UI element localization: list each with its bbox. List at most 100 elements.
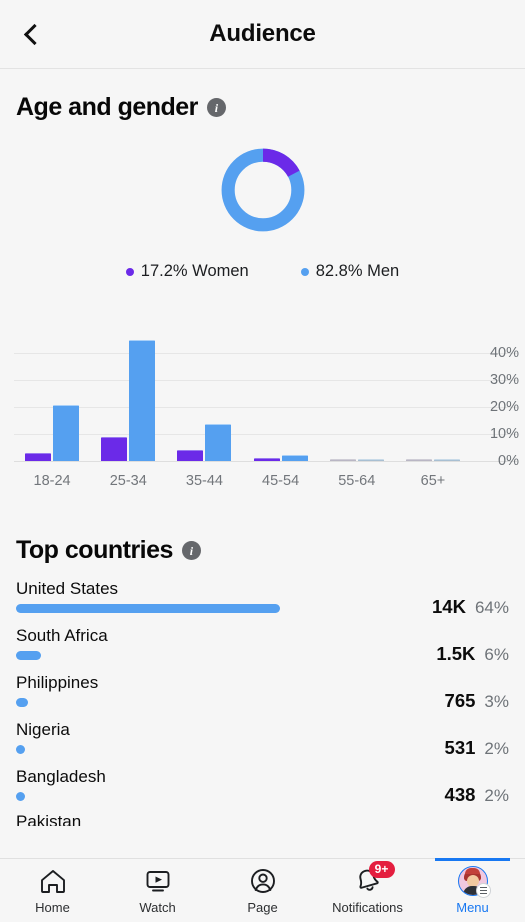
legend-label-women: 17.2% Women xyxy=(140,262,249,280)
top-countries-list: United States 14K 64% South Africa 1.5K 6% Phi… xyxy=(0,565,525,826)
x-axis-label: 25-34 xyxy=(109,473,147,489)
y-axis-tick: 10% xyxy=(489,425,519,442)
country-values: 765 3% xyxy=(445,690,509,712)
nav-label: Watch xyxy=(139,900,176,915)
age-gender-bar-chart: 0% 10% 20% 30% 40% 18-24 25-34 35-44 45-54 55-64… xyxy=(0,323,525,508)
bar-men-65+ xyxy=(433,459,460,461)
nav-label: Page xyxy=(247,900,278,915)
country-name: Nigeria xyxy=(16,720,70,739)
nav-label: Notifications xyxy=(332,900,403,915)
country-count: 438 xyxy=(444,784,476,805)
country-values: 1.5K 6% xyxy=(436,643,509,665)
bar-groups xyxy=(14,339,471,461)
profile-circle-icon xyxy=(248,866,278,896)
bar-plot-area xyxy=(14,339,517,462)
back-button[interactable] xyxy=(10,12,54,56)
bell-icon: 9+ xyxy=(353,861,395,896)
country-percent: 64% xyxy=(474,598,509,617)
country-percent: 2% xyxy=(484,786,509,805)
nav-label: Menu xyxy=(456,900,489,915)
bar-women-25-34 xyxy=(101,437,128,461)
legend-dot-women xyxy=(125,267,134,276)
y-axis-tick: 20% xyxy=(489,398,519,415)
country-row: Bangladesh 438 2% xyxy=(16,767,509,805)
country-values: 531 2% xyxy=(445,737,509,759)
bar-group xyxy=(243,339,319,461)
top-countries-title: Top countries xyxy=(16,536,173,564)
country-bar xyxy=(16,651,41,660)
country-bar xyxy=(16,698,29,707)
country-count: 765 xyxy=(444,690,476,711)
notification-badge: 9+ xyxy=(368,861,395,878)
country-percent: 6% xyxy=(484,645,509,664)
age-gender-title: Age and gender xyxy=(16,93,198,121)
x-axis-labels: 18-24 25-34 35-44 45-54 55-64 65+ xyxy=(14,473,471,489)
country-bar xyxy=(16,604,280,613)
bar-group xyxy=(319,339,395,461)
country-row: Pakistan xyxy=(16,812,509,826)
nav-item-menu[interactable]: Menu xyxy=(420,858,525,922)
country-bar-track xyxy=(16,792,509,801)
bar-group xyxy=(166,339,242,461)
bar-men-18-24 xyxy=(53,404,80,461)
legend-item-women: 17.2% Women xyxy=(125,262,249,281)
bar-group xyxy=(395,339,471,461)
bar-men-45-54 xyxy=(281,454,308,461)
x-axis-label: 65+ xyxy=(420,473,446,489)
y-axis-tick: 0% xyxy=(498,453,519,469)
info-icon[interactable]: i xyxy=(206,98,226,117)
country-name: Pakistan xyxy=(16,812,82,826)
hamburger-icon xyxy=(475,883,491,898)
bar-women-55-64 xyxy=(329,459,356,461)
bar-women-18-24 xyxy=(25,452,52,461)
country-values: 438 2% xyxy=(445,784,509,806)
x-axis-label: 45-54 xyxy=(262,473,300,489)
nav-item-watch[interactable]: Watch xyxy=(105,859,210,922)
country-bar-track xyxy=(16,698,509,707)
country-bar xyxy=(16,792,25,801)
bar-women-45-54 xyxy=(253,458,280,461)
country-row: Nigeria 531 2% xyxy=(16,720,509,758)
donut-svg xyxy=(221,148,304,232)
country-percent: 2% xyxy=(484,739,509,758)
country-row: South Africa 1.5K 6% xyxy=(16,626,509,664)
country-values: 14K 64% xyxy=(432,596,509,618)
bar-women-65+ xyxy=(405,459,432,461)
x-axis-label: 35-44 xyxy=(185,473,223,489)
nav-item-notifications[interactable]: 9+ Notifications xyxy=(315,859,420,922)
audience-screen: Audience Age and gender i 17.2% Women 82… xyxy=(0,0,525,922)
country-bar-track xyxy=(16,651,509,660)
y-axis-tick: 40% xyxy=(489,344,519,361)
nav-label: Home xyxy=(35,900,70,915)
nav-item-page[interactable]: Page xyxy=(210,859,315,922)
legend-label-men: 82.8% Men xyxy=(315,262,400,280)
nav-item-home[interactable]: Home xyxy=(0,859,105,922)
age-gender-section-header: Age and gender i xyxy=(0,69,525,122)
x-axis-label: 18-24 xyxy=(33,473,71,489)
top-countries-section-header: Top countries i xyxy=(0,508,525,565)
video-play-icon xyxy=(143,866,173,896)
bar-men-55-64 xyxy=(357,459,384,461)
x-axis-label: 55-64 xyxy=(338,473,376,489)
gender-legend: 17.2% Women 82.8% Men xyxy=(0,262,525,281)
bar-men-35-44 xyxy=(205,423,232,461)
country-name: Bangladesh xyxy=(16,767,106,786)
home-icon xyxy=(38,866,68,896)
info-icon[interactable]: i xyxy=(181,541,201,560)
bar-men-25-34 xyxy=(129,339,156,461)
country-name: Philippines xyxy=(16,673,99,692)
top-bar: Audience xyxy=(0,0,525,69)
bar-women-35-44 xyxy=(177,450,204,461)
country-percent: 3% xyxy=(484,692,509,711)
country-count: 531 xyxy=(444,737,476,758)
country-count: 14K xyxy=(432,596,466,617)
country-name: South Africa xyxy=(16,626,108,645)
page-title: Audience xyxy=(209,20,316,47)
chevron-left-icon xyxy=(23,23,45,45)
bar-group xyxy=(90,339,166,461)
gender-donut-chart xyxy=(0,144,525,236)
country-bar xyxy=(16,745,25,754)
bottom-navigation: Home Watch Page 9+ Notifications Menu xyxy=(0,858,525,922)
avatar-menu-icon[interactable] xyxy=(457,866,491,898)
country-row: Philippines 765 3% xyxy=(16,673,509,711)
